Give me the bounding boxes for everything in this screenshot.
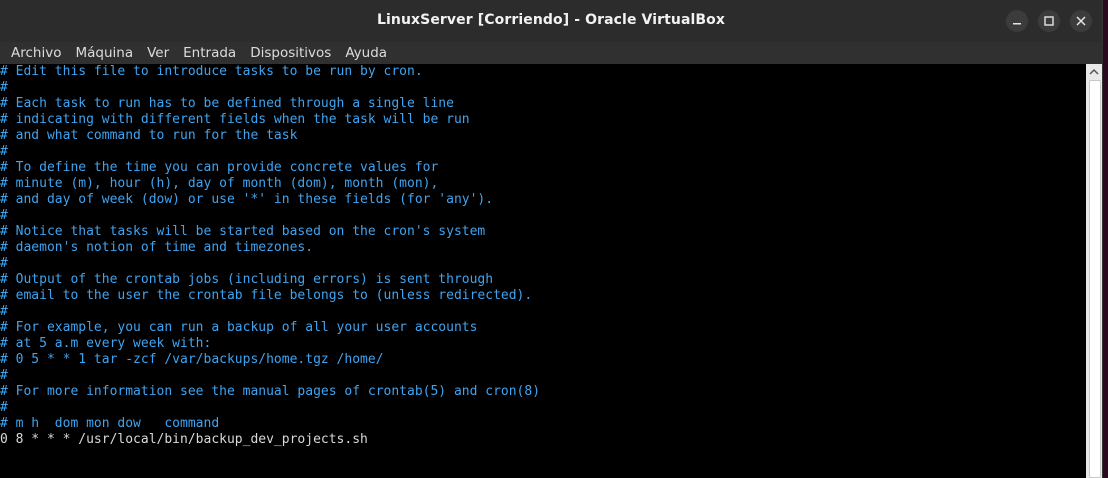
crontab-entry-line: 0 8 * * * /usr/local/bin/backup_dev_proj…: [0, 432, 368, 447]
menu-dispositivos[interactable]: Dispositivos: [243, 42, 338, 64]
maximize-button[interactable]: [1038, 10, 1060, 32]
crontab-comment-line: #: [0, 400, 8, 415]
scrollbar-thumb[interactable]: [1089, 80, 1101, 478]
menu-maquina[interactable]: Máquina: [68, 42, 140, 64]
crontab-comment-line: # For example, you can run a backup of a…: [0, 320, 478, 335]
crontab-comment-line: # Notice that tasks will be started base…: [0, 224, 486, 239]
crontab-comment-line: # Each task to run has to be defined thr…: [0, 96, 454, 111]
crontab-comment-line: # at 5 a.m every week with:: [0, 336, 212, 351]
window-title: LinuxServer [Corriendo] - Oracle Virtual…: [376, 12, 726, 28]
crontab-comment-line: # m h dom mon dow command: [0, 416, 220, 431]
crontab-comment-line: # Output of the crontab jobs (including …: [0, 272, 494, 287]
window-controls: [1006, 10, 1092, 32]
crontab-comment-line: #: [0, 304, 8, 319]
terminal-scrollbar[interactable]: [1086, 64, 1102, 478]
crontab-comment-line: #: [0, 144, 8, 159]
scroll-up-arrow-icon[interactable]: [1088, 66, 1100, 78]
crontab-comment-line: #: [0, 80, 8, 95]
crontab-comment-line: # indicating with different fields when …: [0, 112, 470, 127]
crontab-comment-line: # daemon's notion of time and timezones.: [0, 240, 314, 255]
menu-archivo[interactable]: Archivo: [4, 42, 68, 64]
crontab-comment-line: # For more information see the manual pa…: [0, 384, 541, 399]
menu-ver[interactable]: Ver: [140, 42, 176, 64]
crontab-comment-line: # and day of week (dow) or use '*' in th…: [0, 192, 494, 207]
menu-ayuda[interactable]: Ayuda: [338, 42, 394, 64]
crontab-comment-line: # email to the user the crontab file bel…: [0, 288, 533, 303]
crontab-comment-line: # 0 5 * * 1 tar -zcf /var/backups/home.t…: [0, 352, 384, 367]
titlebar[interactable]: LinuxServer [Corriendo] - Oracle Virtual…: [0, 0, 1102, 43]
crontab-comment-line: #: [0, 256, 8, 271]
vm-terminal-screen[interactable]: # Edit this file to introduce tasks to b…: [0, 64, 1086, 478]
menubar: Archivo Máquina Ver Entrada Dispositivos…: [0, 42, 1102, 64]
minimize-button[interactable]: [1006, 10, 1028, 32]
crontab-comment-line: #: [0, 368, 8, 383]
crontab-comment-line: # Edit this file to introduce tasks to b…: [0, 64, 423, 79]
close-icon: [1076, 16, 1086, 26]
minimize-icon: [1013, 23, 1021, 25]
crontab-comment-line: # To define the time you can provide con…: [0, 160, 439, 175]
crontab-comment-line: # and what command to run for the task: [0, 128, 298, 143]
crontab-comment-line: # minute (m), hour (h), day of month (do…: [0, 176, 439, 191]
crontab-comment-line: #: [0, 208, 8, 223]
menu-entrada[interactable]: Entrada: [176, 42, 243, 64]
virtualbox-window: LinuxServer [Corriendo] - Oracle Virtual…: [0, 0, 1103, 478]
close-button[interactable]: [1070, 10, 1092, 32]
maximize-icon: [1044, 16, 1054, 26]
